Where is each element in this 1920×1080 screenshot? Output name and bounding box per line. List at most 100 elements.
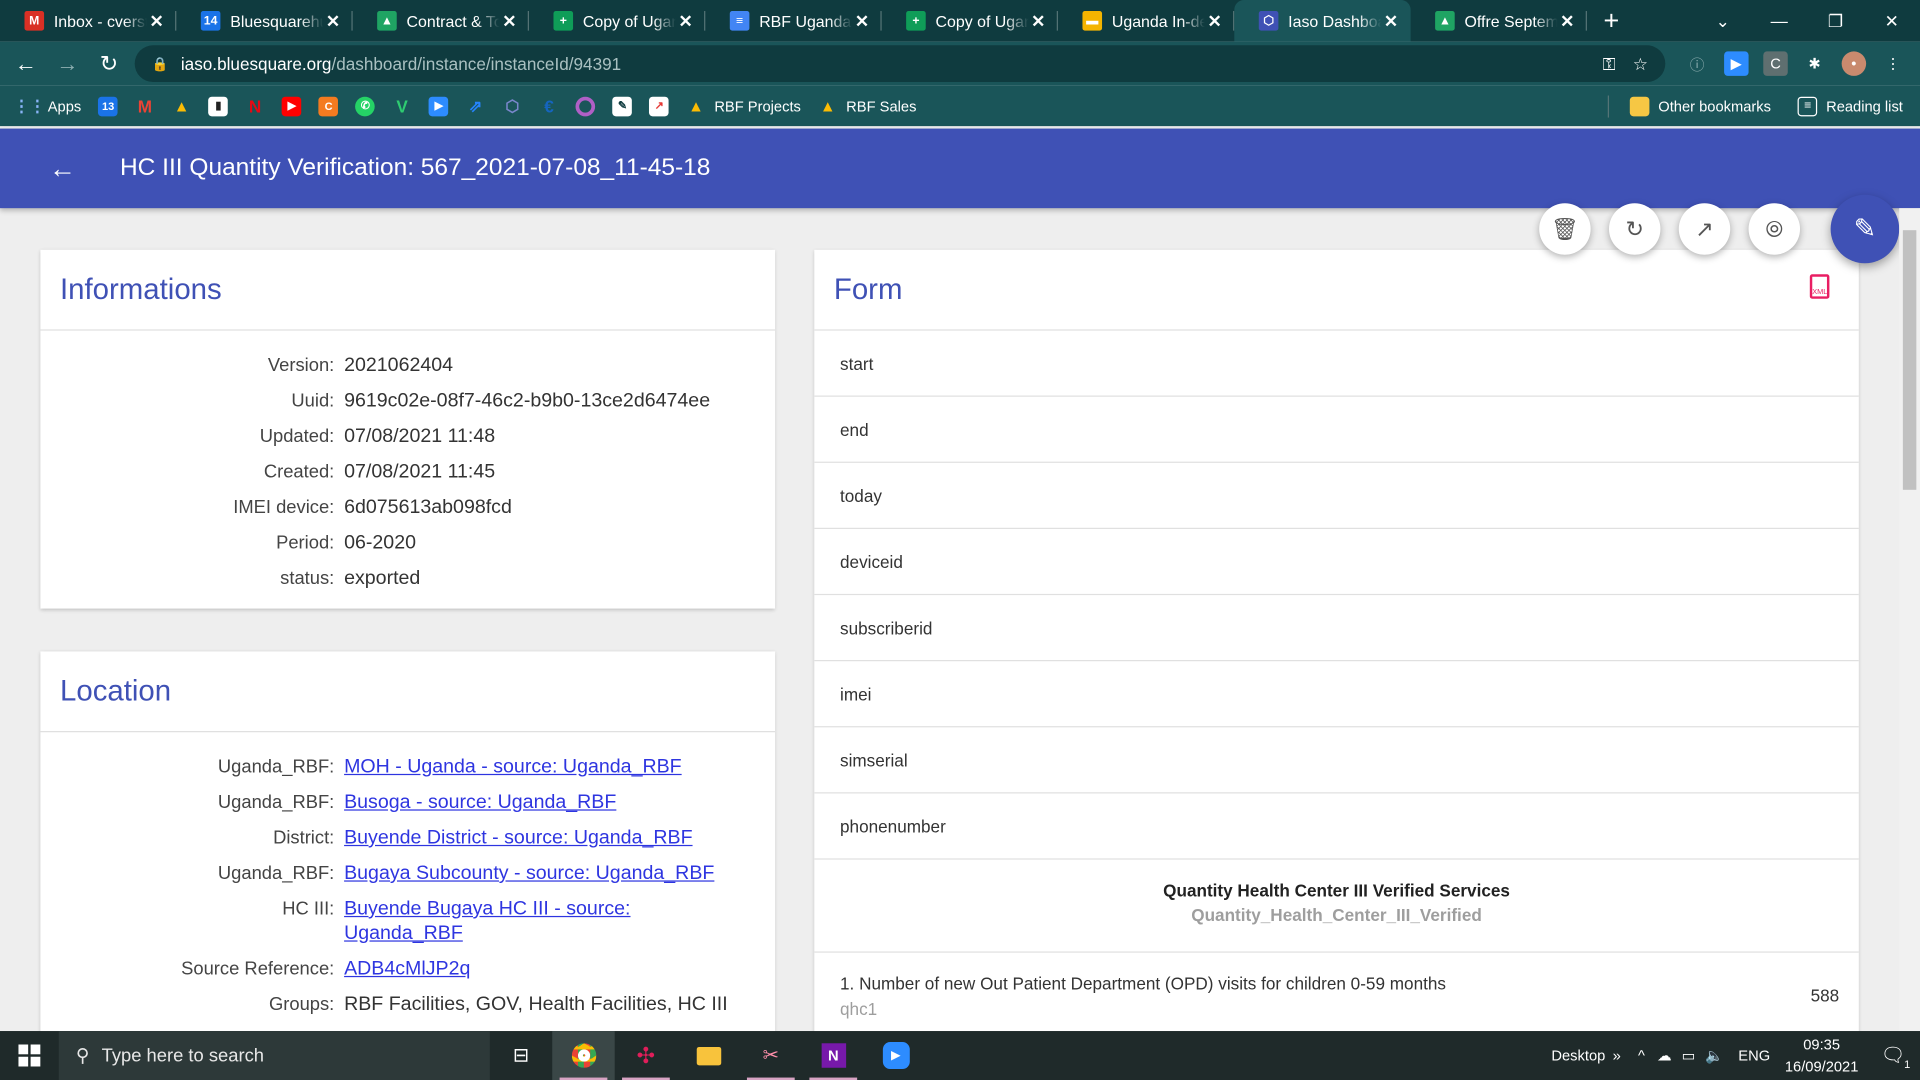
bookmark-rbf-projects[interactable]: ▲ RBF Projects [686,96,801,116]
bookmark-whatsapp[interactable]: ✆ [355,96,376,116]
chevron-up-icon[interactable]: ^ [1638,1047,1645,1064]
bookmark-jira[interactable]: ⇗ [466,96,486,116]
cloud-icon[interactable]: ☁ [1657,1047,1672,1064]
task-view-icon[interactable]: ⊟ [490,1031,552,1080]
clock[interactable]: 09:35 16/09/2021 [1785,1033,1859,1077]
xml-file-icon[interactable]: XML [1809,274,1830,299]
windows-logo-icon [18,1044,41,1067]
tab-search-icon[interactable]: ⌄ [1695,10,1751,31]
back-nav-icon[interactable]: ← [5,51,47,77]
url-bar[interactable]: 🔒 iaso.bluesquare.org/dashboard/instance… [134,45,1666,83]
explorer-taskbar-icon[interactable] [677,1031,739,1080]
key-icon[interactable]: ⚿ [1603,53,1616,74]
tab-close-icon[interactable]: ✕ [1558,10,1578,31]
tab-close-icon[interactable]: ✕ [1205,10,1225,31]
page-scrollbar[interactable] [1899,208,1920,1032]
tab-close-icon[interactable]: ✕ [1381,10,1401,31]
info-value: 06-2020 [344,532,416,554]
lock-button[interactable]: ⦾ [1748,203,1801,255]
bookmark-label: Other bookmarks [1658,97,1771,115]
bookmark-circle[interactable] [575,96,596,116]
bookmark-v[interactable]: V [392,96,412,116]
chrome-taskbar-icon[interactable] [552,1031,615,1080]
puzzle-extensions-icon[interactable]: ✱ [1802,51,1826,75]
bookmark-netflix[interactable]: N [245,96,265,116]
location-link[interactable]: Buyende Bugaya HC III - source: Uganda_R… [344,899,630,944]
desktop-label[interactable]: Desktop [1551,1047,1605,1064]
notification-icon[interactable]: 🗨 1 [1880,1043,1910,1070]
location-link[interactable]: ADB4cMlJP2q [344,959,470,980]
reload-icon[interactable]: ↻ [88,51,130,77]
bookmark-doc[interactable]: ▮ [208,96,229,116]
info-extension-icon[interactable]: ⓘ [1685,51,1709,75]
browser-tab[interactable]: ▲ Offre Septemb ✕ [1411,0,1587,42]
edit-square-icon: ✎ [612,96,633,116]
tab-close-icon[interactable]: ✕ [676,10,696,31]
browser-tab[interactable]: ▲ Contract & Tol ✕ [353,0,529,42]
location-label: Source Reference: [181,958,335,980]
bookmark-zoom[interactable]: ▶ [429,96,449,116]
delete-button[interactable]: 🗑 [1539,203,1591,255]
browser-tab[interactable]: ⬡ Iaso Dashboard✕ [1234,0,1411,42]
forward-nav-icon[interactable]: → [47,51,89,77]
taskbar-search[interactable]: ⚲ Type here to search [58,1031,490,1080]
profile-avatar[interactable]: • [1841,51,1867,76]
bookmark-separator [1607,95,1609,118]
bookmark-reading-list[interactable]: ≡ Reading list [1797,96,1903,116]
minimize-icon[interactable]: — [1751,11,1807,31]
bookmark-apps[interactable]: ⋮⋮ Apps [13,96,81,116]
tab-close-icon[interactable]: ✕ [147,10,167,31]
bookmark-calendar[interactable]: 13 [98,96,118,116]
chevron-double-right-icon[interactable]: » [1613,1047,1621,1064]
form-title: Form [833,272,903,306]
lock-open-icon: ⦾ [1765,216,1784,241]
location-link[interactable]: Bugaya Subcounty - source: Uganda_RBF [344,863,714,884]
bookmark-drive[interactable]: ▲ [172,96,192,116]
browser-tab[interactable]: + Copy of Uganda✕ [529,0,706,42]
c-extension-icon[interactable]: C [1763,51,1788,76]
close-window-icon[interactable]: ✕ [1864,10,1920,31]
location-link[interactable]: MOH - Uganda - source: Uganda_RBF [344,757,682,778]
back-arrow-icon[interactable]: ← [49,152,91,184]
zoom-taskbar-icon[interactable]: ▶ [864,1031,926,1080]
tab-close-icon[interactable]: ✕ [1029,10,1049,31]
tab-title: Offre Septemb [1464,11,1558,31]
edit-button[interactable]: ✎ [1830,194,1900,264]
slack-taskbar-icon[interactable]: ✣ [615,1031,677,1080]
browser-menu-icon[interactable]: ⋮ [1881,51,1905,75]
volume-icon[interactable]: 🔈 [1705,1047,1723,1064]
restore-button[interactable]: ↻ [1608,203,1661,255]
bookmark-youtube[interactable]: ▶ [282,96,302,116]
zoom-extension-icon[interactable]: ▶ [1724,51,1749,76]
language-indicator[interactable]: ENG [1738,1047,1770,1064]
bookmark-iaso[interactable]: ⬡ [502,96,522,116]
bookmark-gmail[interactable]: M [135,96,155,116]
location-link[interactable]: Buyende District - source: Uganda_RBF [344,828,692,849]
restore-icon[interactable]: ❐ [1807,10,1863,31]
battery-icon[interactable]: ▭ [1682,1047,1696,1064]
bookmark-orange[interactable]: C [318,96,339,116]
tab-close-icon[interactable]: ✕ [500,10,520,31]
bookmark-other[interactable]: Other bookmarks [1630,96,1771,116]
open-link-button[interactable]: ↗ [1678,203,1731,255]
tab-close-icon[interactable]: ✕ [323,10,343,31]
bookmark-rbf-sales[interactable]: ▲ RBF Sales [818,96,916,116]
start-button[interactable] [0,1031,59,1080]
new-tab-button[interactable]: + [1587,0,1636,42]
location-value: Buyende Bugaya HC III - source: Uganda_R… [344,898,775,947]
tab-close-icon[interactable]: ✕ [852,10,872,31]
bookmark-chart[interactable]: ↗ [649,96,670,116]
bookmark-edit[interactable]: ✎ [612,96,633,116]
location-label: Uganda_RBF: [217,863,335,885]
bookmark-euro[interactable]: € [539,96,559,116]
onenote-taskbar-icon[interactable]: N [802,1031,864,1080]
browser-tab[interactable]: 14 Bluesquarehub✕ [176,0,353,42]
browser-tab[interactable]: M Inbox - cverstr ✕ [0,0,177,42]
browser-tab[interactable]: ≡ RBF Uganda - ✕ [705,0,882,42]
browser-tab[interactable]: + Copy of Uganda✕ [882,0,1058,42]
bookmark-star-icon[interactable]: ☆ [1633,53,1648,74]
scrollbar-thumb[interactable] [1902,230,1917,490]
snip-taskbar-icon[interactable]: ✂ [740,1031,802,1080]
browser-tab[interactable]: ▬ Uganda In-dep✕ [1058,0,1235,42]
location-link[interactable]: Busoga - source: Uganda_RBF [344,792,616,813]
